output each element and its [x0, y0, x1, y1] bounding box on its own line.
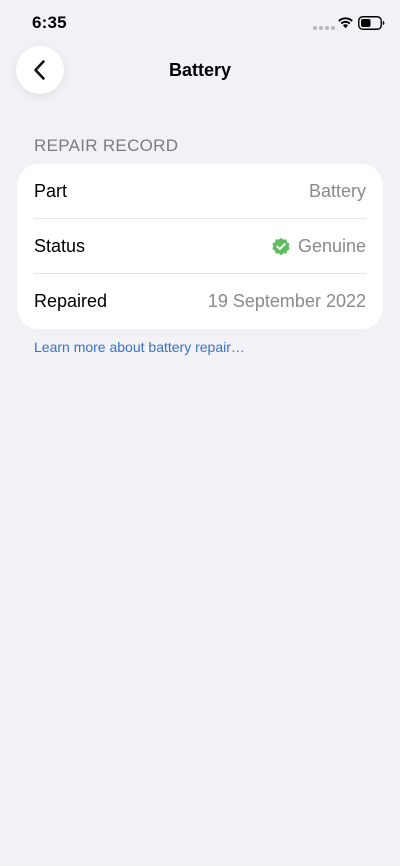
verified-check-icon — [272, 237, 290, 255]
repair-record-card: Part Battery Status Genuine Repaired 19 … — [17, 164, 383, 329]
section-header: REPAIR RECORD — [34, 136, 179, 155]
row-label: Repaired — [34, 291, 108, 311]
row-repaired: Repaired 19 September 2022 — [34, 274, 366, 329]
wifi-icon — [338, 17, 353, 29]
page-title: Battery — [168, 60, 232, 80]
row-label: Part — [34, 181, 68, 201]
learn-more-link[interactable]: Learn more about battery repair… — [34, 339, 245, 355]
row-value: Battery — [309, 181, 366, 202]
repaired-date-value: 19 September 2022 — [207, 291, 366, 311]
signal-dots-icon — [313, 26, 335, 30]
row-status: Status Genuine — [34, 219, 366, 274]
battery-icon — [358, 16, 385, 30]
row-label: Status — [34, 236, 86, 256]
status-bar: 6:35 — [0, 0, 400, 48]
status-time: 6:35 — [32, 13, 67, 32]
status-value: Genuine — [297, 236, 366, 256]
row-value: Genuine — [271, 236, 366, 257]
row-part: Part Battery — [34, 164, 366, 219]
part-value: Battery — [308, 181, 366, 201]
row-value: 19 September 2022 — [208, 291, 366, 312]
